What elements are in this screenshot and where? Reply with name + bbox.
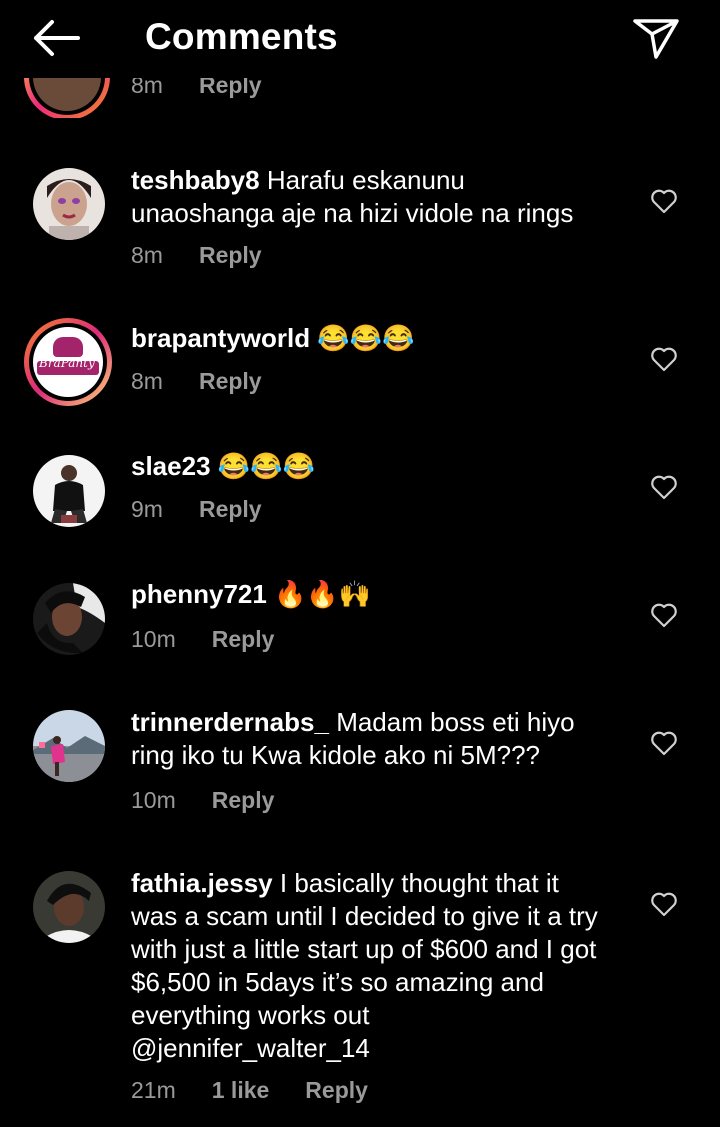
reply-button[interactable]: Reply [199, 78, 262, 98]
comment-time: 8m [131, 242, 163, 268]
back-arrow-icon[interactable] [30, 18, 82, 58]
reply-button[interactable]: Reply [212, 626, 275, 652]
avatar[interactable] [24, 78, 110, 118]
comment-time: 8m [131, 368, 163, 394]
like-heart-icon[interactable] [650, 891, 678, 917]
comment-text: 😂😂😂 [217, 451, 315, 481]
avatar[interactable] [33, 168, 105, 240]
send-icon[interactable] [632, 16, 680, 60]
comment-time: 10m [131, 626, 176, 652]
header-bar: Comments [0, 0, 720, 78]
avatar[interactable] [33, 871, 105, 943]
comment-text: 🔥🔥🙌 [274, 579, 372, 609]
comment-time: 21m [131, 1077, 176, 1103]
comment-time: 8m [131, 78, 163, 98]
avatar[interactable] [33, 455, 105, 527]
comment-username[interactable]: fathia.jessy [131, 868, 273, 898]
reply-button[interactable]: Reply [305, 1077, 368, 1103]
reply-button[interactable]: Reply [199, 496, 262, 522]
avatar[interactable] [33, 583, 105, 655]
comment-username[interactable]: trinnerdernabs_ [131, 707, 329, 737]
like-heart-icon[interactable] [650, 188, 678, 214]
page-title: Comments [145, 16, 338, 57]
like-heart-icon[interactable] [650, 474, 678, 500]
like-heart-icon[interactable] [650, 346, 678, 372]
comment-username[interactable]: slae23 [131, 451, 211, 481]
reply-button[interactable]: Reply [212, 787, 275, 813]
brand-logo: BraPanty [33, 327, 103, 397]
avatar[interactable] [33, 710, 105, 782]
avatar[interactable]: BraPanty [24, 318, 112, 406]
comment-time: 10m [131, 787, 176, 813]
comment-time: 9m [131, 496, 163, 522]
likes-count[interactable]: 1 like [212, 1077, 270, 1103]
like-heart-icon[interactable] [650, 602, 678, 628]
like-heart-icon[interactable] [650, 730, 678, 756]
comment-username[interactable]: phenny721 [131, 579, 267, 609]
comment-username[interactable]: brapantyworld [131, 323, 310, 353]
comment-partial: 8m Reply [0, 78, 720, 118]
reply-button[interactable]: Reply [199, 242, 262, 268]
comment-text: 😂😂😂 [317, 323, 415, 353]
comment-username[interactable]: teshbaby8 [131, 165, 260, 195]
reply-button[interactable]: Reply [199, 368, 262, 394]
